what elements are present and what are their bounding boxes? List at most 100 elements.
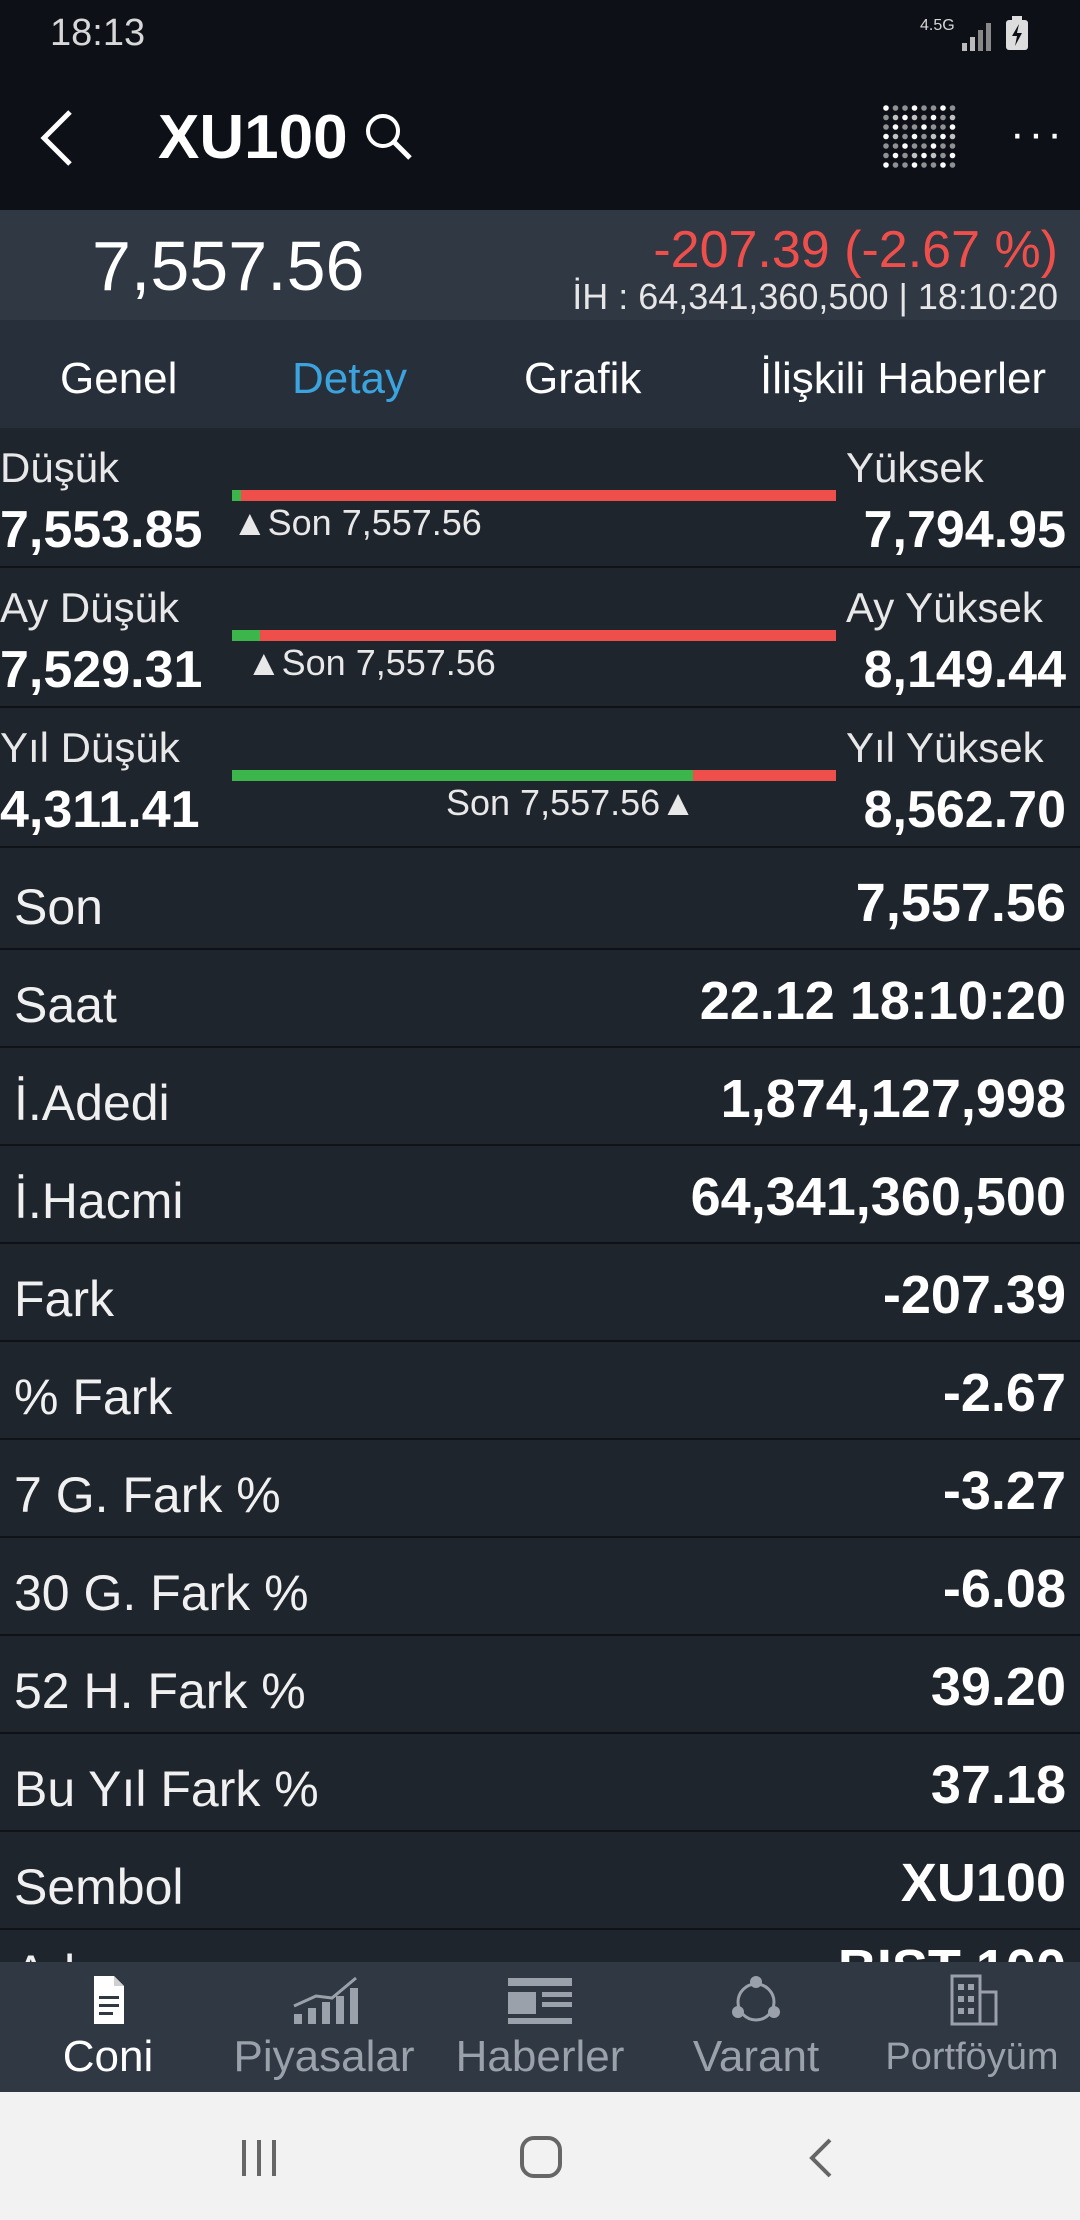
detail-label: Bu Yıl Fark % [14, 1761, 319, 1817]
last-marker-label: Son 7,557.56 [281, 642, 496, 683]
detail-row-islem-hacmi: İ.Hacmi 64,341,360,500 [0, 1146, 1080, 1244]
nav-haberler[interactable]: Haberler [432, 1962, 648, 2092]
detail-list: Son 7,557.56 Saat 22.12 18:10:20 İ.Adedi… [0, 852, 1080, 1930]
system-back-icon[interactable] [806, 2136, 836, 2185]
nav-portfoyum[interactable]: Portföyüm [864, 1962, 1080, 2092]
monthly-range: Ay Düşük 7,529.31 Ay Yüksek 8,149.44 ▲So… [0, 568, 1080, 708]
detail-label: 7 G. Fark % [14, 1467, 281, 1523]
high-value: 7,794.95 [863, 501, 1066, 559]
low-label: Yıl Düşük [0, 724, 180, 771]
low-value: 4,311.41 [0, 781, 200, 839]
detail-value: 7,557.56 [855, 873, 1066, 933]
detail-row-bu-yil-fark: Bu Yıl Fark % 37.18 [0, 1734, 1080, 1832]
detail-label: % Fark [14, 1369, 173, 1425]
high-label: Yüksek [846, 444, 984, 491]
page-title: XU100 [158, 103, 348, 172]
last-marker: ▲Son 7,557.56 [246, 642, 496, 683]
detail-value: -3.27 [942, 1461, 1066, 1521]
last-marker-label: Son 7,557.56 [267, 502, 482, 543]
detail-row-fark: Fark -207.39 [0, 1244, 1080, 1342]
chart-growth-icon [216, 1972, 432, 2030]
last-price: 7,557.56 [92, 227, 365, 305]
detail-label: Saat [14, 977, 117, 1033]
high-label: Ay Yüksek [846, 584, 1043, 631]
last-marker: Son 7,557.56▲ [446, 782, 696, 823]
tab-genel[interactable]: Genel [60, 354, 177, 404]
daily-range: Düşük 7,553.85 Yüksek 7,794.95 ▲Son 7,55… [0, 428, 1080, 568]
high-value: 8,562.70 [863, 781, 1066, 839]
signal-icon [962, 18, 996, 61]
detail-value: 1,874,127,998 [720, 1069, 1066, 1129]
nav-label: Piyasalar [233, 2032, 415, 2081]
detail-row-yuzde-fark: % Fark -2.67 [0, 1342, 1080, 1440]
detail-value: -207.39 [882, 1265, 1066, 1325]
more-options-icon[interactable]: ··· [1010, 112, 1066, 156]
detail-label: 30 G. Fark % [14, 1565, 309, 1621]
back-arrow-icon[interactable] [38, 106, 78, 175]
range-fill [232, 630, 260, 641]
search-icon[interactable] [362, 110, 414, 167]
detail-row-30g-fark: 30 G. Fark % -6.08 [0, 1538, 1080, 1636]
detail-row-islem-adedi: İ.Adedi 1,874,127,998 [0, 1048, 1080, 1146]
low-label: Düşük [0, 444, 120, 491]
detail-row-52h-fark: 52 H. Fark % 39.20 [0, 1636, 1080, 1734]
detail-row-son: Son 7,557.56 [0, 852, 1080, 950]
low-value: 7,553.85 [0, 501, 203, 559]
low-label: Ay Düşük [0, 584, 179, 631]
nav-varant[interactable]: Varant [648, 1962, 864, 2092]
detail-value: XU100 [900, 1853, 1066, 1913]
high-label: Yıl Yüksek [846, 724, 1044, 771]
nav-label: Coni [62, 2032, 154, 2081]
detail-label: Sembol [14, 1859, 184, 1915]
newspaper-icon [432, 1972, 648, 2030]
detail-value: 22.12 18:10:20 [699, 971, 1066, 1031]
last-marker: ▲Son 7,557.56 [232, 502, 482, 543]
nav-coni[interactable]: Coni [0, 1962, 216, 2092]
detail-value: 64,341,360,500 [690, 1167, 1066, 1227]
bottom-nav: Coni Piyasalar Haberler Varant Portföyüm [0, 1962, 1080, 2092]
network-type: 4.5G [920, 17, 955, 34]
range-fill [232, 770, 693, 781]
detail-label: Son [14, 879, 103, 935]
tab-iliskili-haberler[interactable]: İlişkili Haberler [760, 354, 1046, 404]
status-bar: 18:13 4.5G [0, 0, 1080, 68]
high-value: 8,149.44 [863, 641, 1066, 699]
detail-row-saat: Saat 22.12 18:10:20 [0, 950, 1080, 1048]
yearly-range: Yıl Düşük 4,311.41 Yıl Yüksek 8,562.70 S… [0, 708, 1080, 848]
nav-label: Haberler [455, 2032, 625, 2081]
quote-summary: 7,557.56 -207.39 (-2.67 %) İH : 64,341,3… [0, 210, 1080, 320]
detail-value: 37.18 [930, 1755, 1066, 1815]
share-network-icon [648, 1972, 864, 2030]
detail-value: 39.20 [930, 1657, 1066, 1717]
volume-time: İH : 64,341,360,500 | 18:10:20 [572, 276, 1058, 317]
nav-label: Varant [692, 2032, 820, 2081]
recent-apps-icon[interactable] [238, 2138, 280, 2183]
building-icon [864, 1972, 1080, 2030]
nav-piyasalar[interactable]: Piyasalar [216, 1962, 432, 2092]
detail-row-sembol: Sembol XU100 [0, 1832, 1080, 1930]
range-fill [232, 490, 242, 501]
tab-detay[interactable]: Detay [292, 354, 407, 404]
detail-value: -6.08 [942, 1559, 1066, 1619]
low-value: 7,529.31 [0, 641, 203, 699]
detail-label: 52 H. Fark % [14, 1663, 306, 1719]
range-bar [232, 490, 836, 501]
status-time: 18:13 [50, 12, 146, 54]
battery-icon [1006, 16, 1028, 60]
home-icon[interactable] [518, 2134, 564, 2185]
document-icon [0, 1972, 216, 2030]
range-bar [232, 630, 836, 641]
detail-label: Fark [14, 1271, 114, 1327]
dot-grid-icon[interactable] [880, 102, 958, 177]
detail-label: İ.Hacmi [14, 1173, 184, 1229]
system-nav-bar [0, 2092, 1080, 2220]
detail-value: -2.67 [942, 1363, 1066, 1423]
tab-grafik[interactable]: Grafik [524, 354, 641, 404]
nav-label: Portföyüm [885, 2036, 1059, 2078]
range-bar [232, 770, 836, 781]
last-marker-label: Son 7,557.56 [446, 782, 661, 823]
price-change: -207.39 (-2.67 %) [653, 221, 1058, 279]
tab-bar: Genel Detay Grafik İlişkili Haberler [0, 320, 1080, 428]
detail-label: İ.Adedi [14, 1075, 170, 1131]
detail-row-7g-fark: 7 G. Fark % -3.27 [0, 1440, 1080, 1538]
